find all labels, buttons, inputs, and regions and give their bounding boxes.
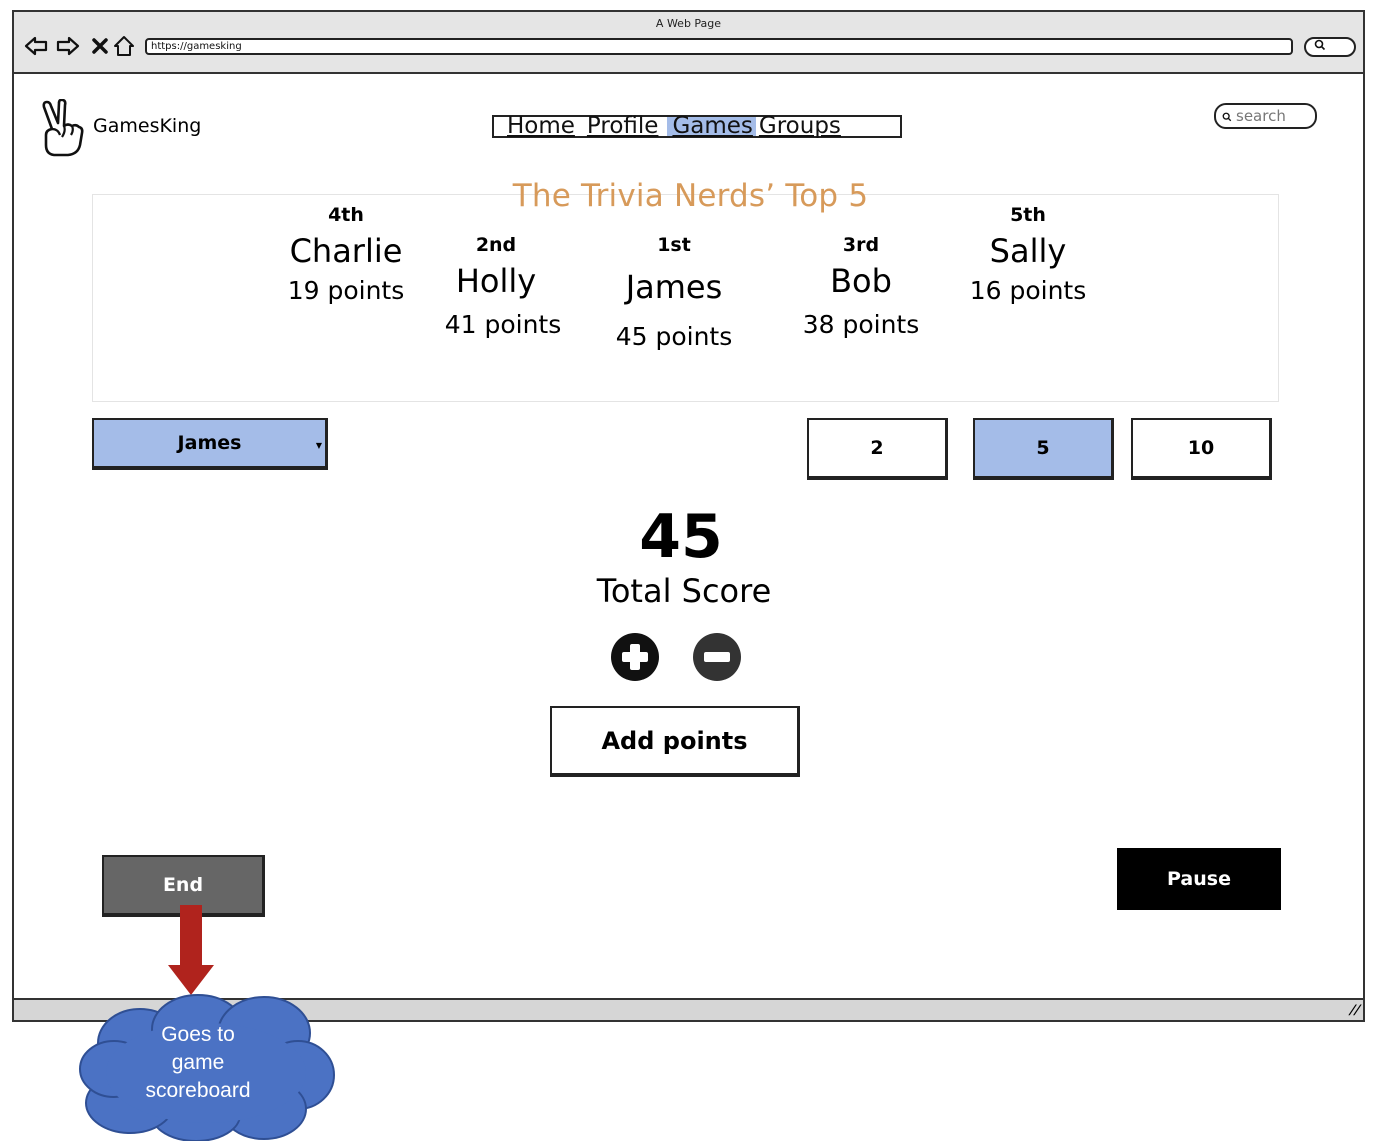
plus-circle-icon[interactable] <box>611 633 659 681</box>
close-icon[interactable] <box>88 34 112 58</box>
total-score-value: 45 <box>639 502 723 572</box>
back-arrow-icon[interactable] <box>24 34 48 58</box>
page-viewport: GamesKing Home Profile Games Groups sear… <box>14 74 1363 998</box>
callout-line: game <box>171 1051 225 1074</box>
leaderboard-entry-1st: 1st James 45 points <box>584 234 764 351</box>
player-name: Bob <box>830 262 892 300</box>
site-search-input[interactable]: search <box>1214 103 1317 129</box>
increment-10-button[interactable]: 10 <box>1131 418 1272 480</box>
player-name: James <box>625 268 723 306</box>
increment-5-button[interactable]: 5 <box>973 418 1114 480</box>
resize-grip-icon[interactable]: // <box>1347 1003 1362 1018</box>
dropdown-caret-icon: ▼ <box>315 441 322 450</box>
add-points-button[interactable]: Add points <box>550 706 800 777</box>
nav-games[interactable]: Games <box>667 115 756 138</box>
selected-player: James <box>177 432 242 454</box>
leaderboard-entry-5th: 5th Sally 16 points <box>938 204 1118 305</box>
total-score-label: Total Score <box>596 572 772 610</box>
browser-search-field[interactable] <box>1304 37 1356 57</box>
nav-groups[interactable]: Groups <box>756 115 847 138</box>
nav-profile[interactable]: Profile <box>583 115 668 138</box>
pause-button[interactable]: Pause <box>1117 848 1281 910</box>
rank-label: 4th <box>328 204 364 226</box>
browser-chrome: A Web Page https://gamesking <box>14 12 1363 74</box>
rank-label: 1st <box>657 234 691 256</box>
brand-name[interactable]: GamesKing <box>93 115 201 137</box>
annotation-cloud-text: Goes to game scoreboard <box>120 1021 276 1105</box>
player-points: 45 points <box>615 322 733 351</box>
search-placeholder: search <box>1236 107 1286 125</box>
player-points: 41 points <box>444 310 562 339</box>
browser-window: A Web Page https://gamesking GamesKing H… <box>12 10 1365 1022</box>
increment-2-button[interactable]: 2 <box>807 418 948 480</box>
annotation-arrow <box>168 905 214 995</box>
callout-line: scoreboard <box>145 1079 251 1102</box>
leaderboard-entry-2nd: 2nd Holly 41 points <box>406 234 586 339</box>
player-name: Sally <box>989 232 1067 270</box>
player-name: Holly <box>455 262 537 300</box>
main-navigation: Home Profile Games Groups <box>492 115 902 138</box>
player-points: 16 points <box>969 276 1087 305</box>
callout-line: Goes to <box>161 1023 235 1046</box>
leaderboard-entry-3rd: 3rd Bob 38 points <box>771 234 951 339</box>
leaderboard-title: The Trivia Nerds’ Top 5 <box>512 178 869 214</box>
minus-circle-icon[interactable] <box>693 633 741 681</box>
address-bar[interactable]: https://gamesking <box>145 38 1293 55</box>
forward-arrow-icon[interactable] <box>56 34 80 58</box>
home-icon[interactable] <box>112 34 136 58</box>
player-points: 38 points <box>802 310 920 339</box>
search-icon <box>1222 107 1232 126</box>
nav-home[interactable]: Home <box>494 115 583 138</box>
window-title: A Web Page <box>655 17 722 30</box>
rank-label: 5th <box>1010 204 1046 226</box>
search-icon <box>1314 39 1326 54</box>
player-select-dropdown[interactable]: James ▼ <box>92 418 328 470</box>
peace-hand-logo-icon[interactable] <box>38 98 90 157</box>
rank-label: 2nd <box>475 234 517 256</box>
rank-label: 3rd <box>842 234 880 256</box>
